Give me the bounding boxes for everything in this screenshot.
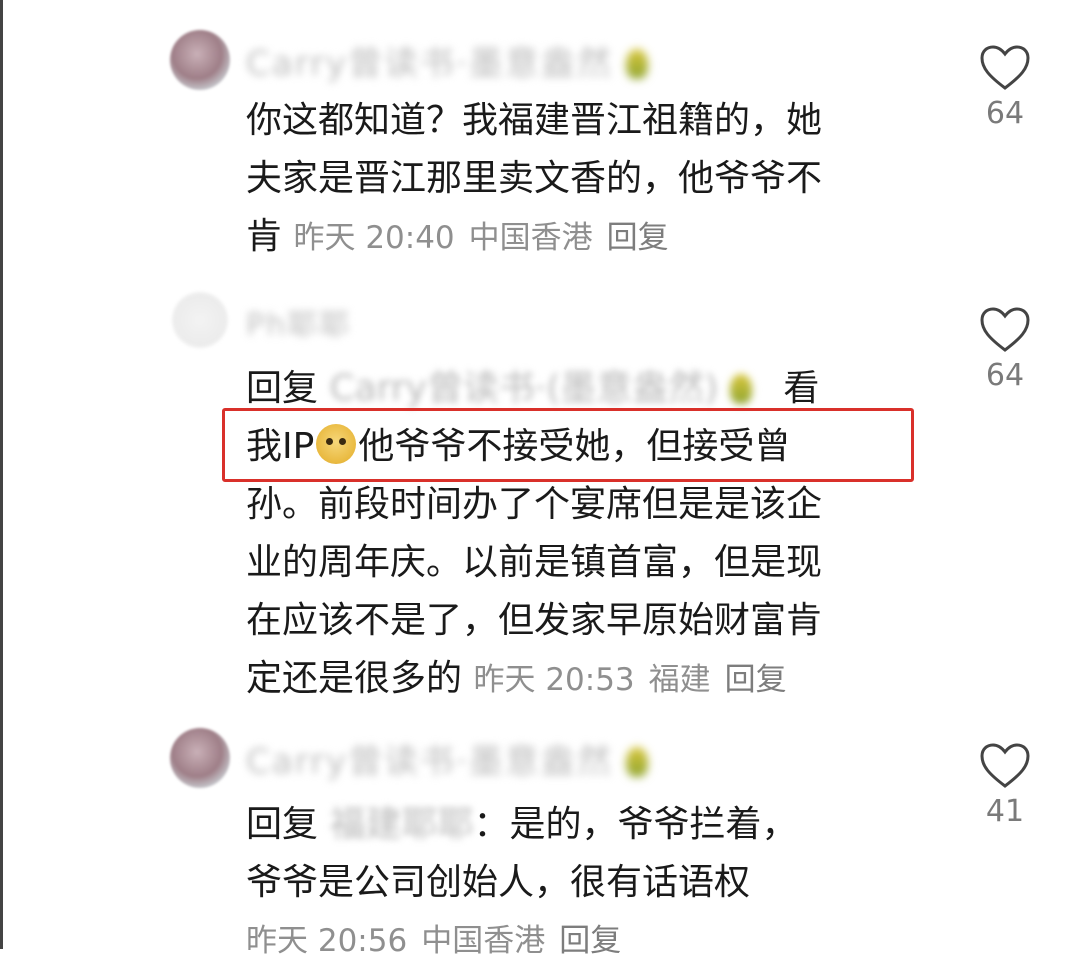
like-count: 41 — [985, 794, 1025, 829]
location: 福建 — [648, 662, 711, 698]
timestamp: 昨天 20:53 — [473, 662, 635, 698]
like-button[interactable]: 41 — [974, 742, 1036, 829]
heart-outline-icon — [980, 307, 1030, 352]
timestamp: 昨天 20:56 — [246, 923, 408, 959]
reply-button[interactable]: 回复 — [725, 662, 787, 698]
comment-meta: 昨天 20:40 中国香港 回复 — [293, 220, 682, 256]
highlight-annotation — [222, 408, 914, 482]
avatar[interactable] — [172, 292, 228, 348]
reply-prefix: 回复 — [246, 804, 319, 845]
like-count: 64 — [985, 358, 1025, 393]
pin-icon — [625, 747, 648, 777]
like-count: 64 — [985, 96, 1025, 131]
reply-button[interactable]: 回复 — [559, 923, 621, 959]
avatar[interactable] — [170, 30, 230, 90]
location: 中国香港 — [468, 220, 593, 256]
pin-icon — [625, 49, 648, 79]
comment-text: 回复 福建耶耶：是的，爷爷拦着， 爷爷是公司创始人，很有话语权 昨天 20:56… — [246, 796, 926, 970]
heart-outline-icon — [980, 45, 1030, 90]
username[interactable]: Carry曾读书·墨意盎然 — [246, 36, 648, 85]
like-button[interactable]: 64 — [974, 306, 1036, 393]
pin-icon — [729, 374, 752, 404]
reply-button[interactable]: 回复 — [607, 220, 669, 256]
timestamp: 昨天 20:40 — [293, 220, 455, 256]
like-button[interactable]: 64 — [974, 44, 1036, 131]
comment-meta: 昨天 20:53 福建 回复 — [473, 662, 800, 698]
comment-text: 你这都知道？我福建晋江祖籍的，她 夫家是晋江那里卖文香的，他爷爷不 肯 昨天 2… — [246, 100, 823, 257]
username[interactable]: Ph耶耶 — [246, 300, 351, 344]
avatar[interactable] — [170, 728, 230, 788]
reply-prefix: 回复 — [246, 368, 319, 409]
heart-outline-icon — [980, 743, 1030, 788]
username[interactable]: Carry曾读书·墨意盎然 — [246, 734, 648, 783]
thread-line — [0, 0, 3, 949]
reply-to-username[interactable]: 福建耶耶 — [329, 804, 473, 845]
location: 中国香港 — [421, 923, 546, 959]
comment-meta: 昨天 20:56 中国香港 回复 — [246, 912, 926, 970]
reply-to-username[interactable]: Carry曾读书·(墨意盎然) — [329, 368, 752, 409]
